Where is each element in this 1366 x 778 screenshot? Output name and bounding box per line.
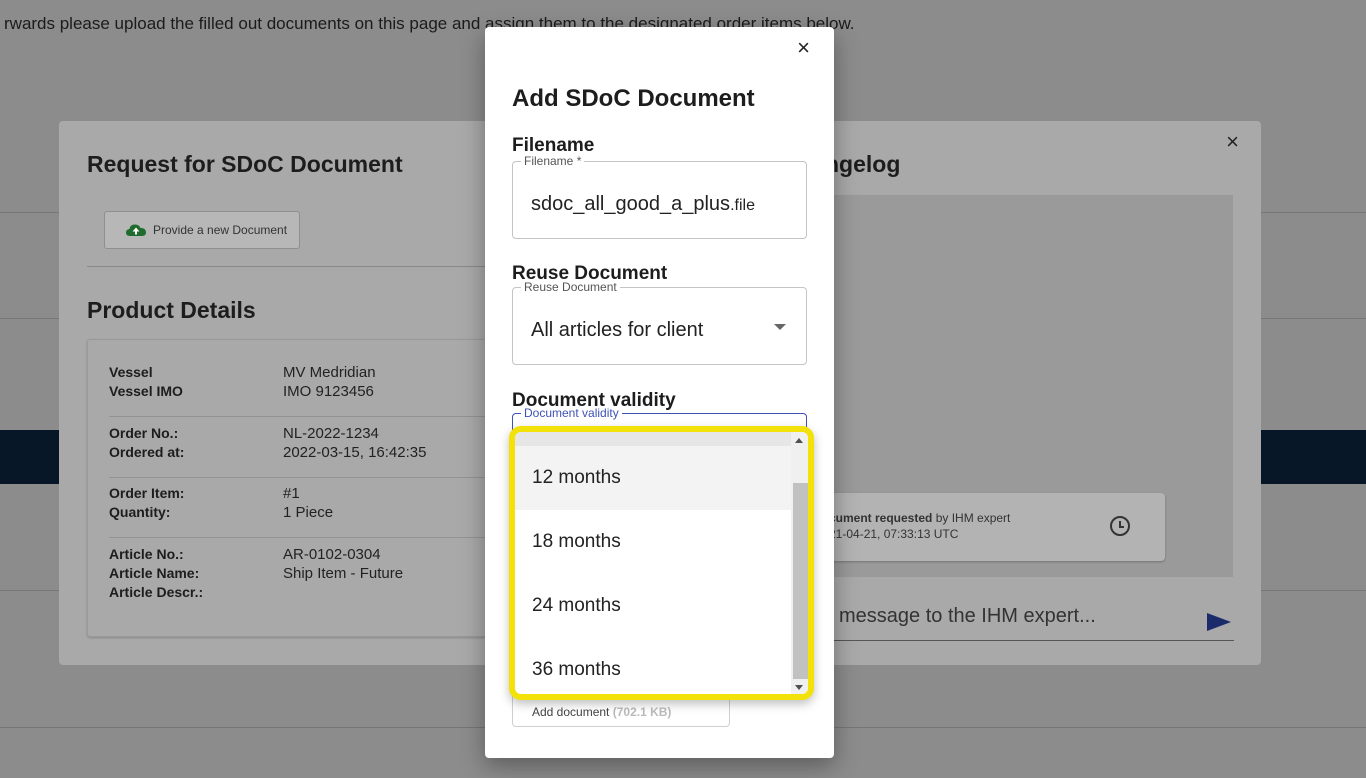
validity-legend: Document validity (521, 407, 622, 420)
provide-document-button[interactable]: Provide a new Document (104, 211, 301, 249)
message-input[interactable]: message to the IHM expert... (829, 603, 1234, 641)
dropdown-scrollbar[interactable] (791, 432, 808, 694)
validity-dropdown: 12 months 18 months 24 months 36 months (509, 426, 814, 700)
product-details-card: Vessel MV Medridian Vessel IMO IMO 91234… (87, 339, 489, 637)
filename-extension: .file (730, 197, 755, 214)
modal-title: Request for SDoC Document (87, 151, 403, 177)
reuse-legend: Reuse Document (521, 281, 620, 294)
filename-field[interactable]: Filename * sdoc_all_good_a_plus.file (512, 155, 807, 239)
cloud-upload-icon (125, 223, 147, 237)
option-24-months[interactable]: 24 months (515, 574, 791, 638)
detail-value: Ship Item - Future (283, 565, 404, 582)
chevron-down-icon (774, 324, 786, 330)
detail-value: AR-0102-0304 (283, 546, 381, 563)
detail-value: 2022-03-15, 16:42:35 (283, 444, 427, 461)
detail-value: NL-2022-1234 (283, 425, 379, 442)
file-size: (702.1 KB) (612, 705, 672, 719)
detail-value: MV Medridian (283, 364, 376, 381)
close-icon[interactable]: × (797, 35, 810, 61)
detail-label: Quantity: (109, 504, 171, 520)
dropdown-top-strip (515, 432, 791, 446)
option-12-months[interactable]: 12 months (515, 446, 791, 510)
filename-legend: Filename * (521, 155, 585, 168)
changelog-title: ngelog (825, 151, 901, 177)
detail-value: #1 (283, 485, 300, 502)
scrollbar-thumb[interactable] (793, 483, 808, 679)
detail-label: Order Item: (109, 485, 185, 501)
detail-value: 1 Piece (283, 504, 334, 521)
detail-label: Vessel IMO (109, 383, 183, 399)
scroll-up-icon[interactable] (795, 438, 803, 443)
send-icon[interactable] (1207, 613, 1231, 631)
reuse-document-select[interactable]: Reuse Document All articles for client (512, 281, 807, 365)
scroll-down-icon[interactable] (795, 685, 803, 690)
reuse-value: All articles for client (531, 319, 704, 341)
changelog-actor: by IHM expert (932, 511, 1011, 525)
row-divider (109, 537, 489, 538)
detail-label: Ordered at: (109, 444, 185, 460)
row-divider (109, 416, 489, 417)
product-details-title: Product Details (87, 297, 256, 323)
changelog-timestamp: 21-04-21, 07:33:13 UTC (829, 527, 959, 541)
detail-label: Article Name: (109, 565, 200, 581)
detail-value: IMO 9123456 (283, 383, 374, 400)
changelog-entry: cument requested by IHM expert 21-04-21,… (802, 493, 1165, 561)
modal-title: Add SDoC Document (512, 85, 755, 112)
clock-icon (1110, 516, 1130, 536)
detail-label: Article Descr.: (109, 584, 204, 600)
filename-value: sdoc_all_good_a_plus.file (531, 193, 755, 216)
provide-button-label: Provide a new Document (153, 223, 288, 237)
changelog-action: cument requested (829, 511, 933, 525)
filename-base: sdoc_all_good_a_plus (531, 193, 731, 215)
upload-card: Provide a new Document (87, 197, 487, 267)
option-36-months[interactable]: 36 months (515, 638, 791, 694)
close-icon[interactable]: × (1226, 129, 1239, 155)
row-divider (109, 477, 489, 478)
add-button-label: Add document (532, 705, 613, 719)
detail-label: Article No.: (109, 546, 184, 562)
option-18-months[interactable]: 18 months (515, 510, 791, 574)
changelog-entry-text: cument requested by IHM expert 21-04-21,… (829, 510, 1010, 542)
detail-label: Vessel (109, 364, 153, 380)
detail-label: Order No.: (109, 425, 179, 441)
